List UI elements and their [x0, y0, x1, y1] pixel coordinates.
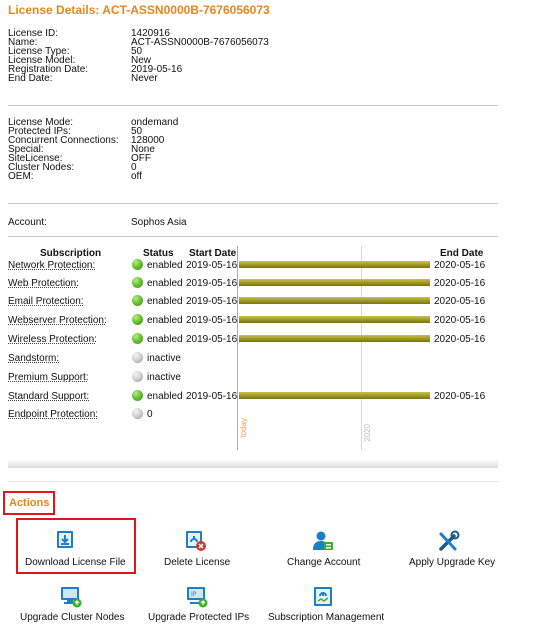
status-inactive-icon [132, 408, 143, 419]
cluster-nodes-icon [61, 587, 82, 608]
oem-row: OEM: off [8, 171, 508, 182]
subscription-start-date: 2019-05-16 [186, 391, 238, 402]
subscription-start-date: 2019-05-16 [186, 334, 238, 345]
subscription-name[interactable]: Web Protection: [8, 278, 79, 289]
status-enabled-icon [132, 314, 143, 325]
subscription-row-webserver: Webserver Protection: enabled 2019-05-16… [8, 313, 498, 331]
subscription-name[interactable]: Wireless Protection: [8, 334, 97, 345]
subscription-bar [239, 392, 430, 399]
account-info: Account: Sophos Asia [8, 217, 508, 228]
status-enabled-icon [132, 390, 143, 401]
subscription-name[interactable]: Email Protection: [8, 296, 84, 307]
download-license-icon [57, 531, 73, 548]
registration-date-row: Registration Date: 2019-05-16 [8, 65, 508, 75]
subscription-status: 0 [147, 409, 153, 420]
subscription-name[interactable]: Webserver Protection: [8, 315, 107, 326]
change-account-label: Change Account [287, 557, 361, 568]
license-name-row: Name: ACT-ASSN0000B-7676056073 [8, 37, 508, 48]
concurrent-connections-row: Concurrent Connections: 128000 [8, 136, 508, 146]
status-enabled-icon [132, 295, 143, 306]
actions-heading: Actions [3, 491, 55, 515]
subscription-name[interactable]: Premium Support: [8, 372, 89, 383]
subscription-start-date: 2019-05-16 [186, 296, 238, 307]
year-label: 2020 [363, 424, 372, 442]
subscription-row-network: Network Protection: enabled 2019-05-16 2… [8, 258, 498, 276]
svg-text:IP: IP [191, 591, 197, 598]
subscription-status: enabled [147, 315, 183, 326]
download-license-label: Download License File [25, 557, 126, 568]
subscription-row-premium-support: Premium Support: inactive [8, 370, 498, 388]
page-title: License Details: ACT-ASSN0000B-767605607… [8, 3, 270, 17]
status-inactive-icon [132, 352, 143, 363]
subscription-name[interactable]: Network Protection: [8, 260, 95, 271]
license-info: License ID: 1420916 Name: ACT-ASSN0000B-76… [8, 29, 508, 84]
subscription-end-date: 2020-05-16 [434, 315, 486, 326]
subscription-bar [239, 335, 430, 342]
subscription-row-email: Email Protection: enabled 2019-05-16 202… [8, 294, 498, 312]
subscription-bar [239, 261, 430, 268]
delete-license-label: Delete License [164, 557, 231, 568]
license-mode-row: License Mode: ondemand [8, 118, 508, 128]
change-account-icon [313, 531, 333, 550]
subscription-row-sandstorm: Sandstorm: inactive [8, 351, 498, 369]
subscription-bar [239, 279, 430, 286]
status-enabled-icon [132, 277, 143, 288]
upgrade-key-icon [439, 530, 460, 551]
subscription-status: enabled [147, 260, 183, 271]
license-mode-info: License Mode: ondemand Protected IPs: 50 C… [8, 118, 508, 182]
subscription-status: enabled [147, 391, 183, 402]
subscription-end-date: 2020-05-16 [434, 260, 486, 271]
protected-ips-icon: IP [187, 587, 208, 608]
divider [8, 105, 498, 106]
subscription-end-date: 2020-05-16 [434, 278, 486, 289]
special-row: Special: None [8, 145, 508, 155]
field-value: Never [131, 73, 158, 84]
divider [8, 481, 498, 482]
subscription-end-date: 2020-05-16 [434, 391, 486, 402]
subscription-start-date: 2019-05-16 [186, 278, 238, 289]
subscription-status: enabled [147, 334, 183, 345]
field-label: Account: [8, 217, 47, 228]
divider [8, 236, 498, 237]
subscription-name[interactable]: Standard Support: [8, 391, 89, 402]
license-type-row: License Type: 50 [8, 47, 508, 57]
field-label: OEM: [8, 171, 34, 182]
account-row: Account: Sophos Asia [8, 217, 508, 228]
subscription-row-wireless: Wireless Protection: enabled 2019-05-16 … [8, 332, 498, 350]
field-value: off [131, 171, 142, 182]
upgrade-cluster-nodes-label: Upgrade Cluster Nodes [20, 612, 125, 623]
upgrade-protected-ips-label: Upgrade Protected IPs [148, 612, 250, 623]
subscription-row-web: Web Protection: enabled 2019-05-16 2020-… [8, 276, 498, 294]
subscription-end-date: 2020-05-16 [434, 334, 486, 345]
site-license-row: SiteLicense: OFF [8, 154, 508, 164]
subscription-status: inactive [147, 353, 181, 364]
subscription-bar [239, 316, 430, 323]
subscription-status: enabled [147, 278, 183, 289]
subscription-status: enabled [147, 296, 183, 307]
apply-upgrade-key-label: Apply Upgrade Key [409, 557, 496, 568]
field-value: ACT-ASSN0000B-7676056073 [131, 37, 269, 48]
field-label: End Date: [8, 73, 53, 84]
subscription-name[interactable]: Endpoint Protection: [8, 409, 98, 420]
subscription-end-date: 2020-05-16 [434, 296, 486, 307]
subscription-row-endpoint: Endpoint Protection: 0 [8, 407, 498, 425]
status-inactive-icon [132, 371, 143, 382]
end-date-row: End Date: Never [8, 73, 508, 84]
subscription-name[interactable]: Sandstorm: [8, 353, 59, 364]
subscription-start-date: 2019-05-16 [186, 315, 238, 326]
subscription-management-icon [314, 587, 332, 606]
account-value: Sophos Asia [131, 217, 187, 228]
subscription-start-date: 2019-05-16 [186, 260, 238, 271]
divider [8, 203, 498, 204]
section-shade [8, 459, 498, 468]
status-enabled-icon [132, 259, 143, 270]
delete-license-icon [186, 531, 206, 551]
subscription-bar [239, 297, 430, 304]
subscription-row-standard-support: Standard Support: enabled 2019-05-16 202… [8, 389, 498, 407]
status-enabled-icon [132, 333, 143, 344]
subscription-status: inactive [147, 372, 181, 383]
subscription-management-label: Subscription Management [268, 612, 385, 623]
cluster-nodes-row: Cluster Nodes: 0 [8, 163, 508, 173]
